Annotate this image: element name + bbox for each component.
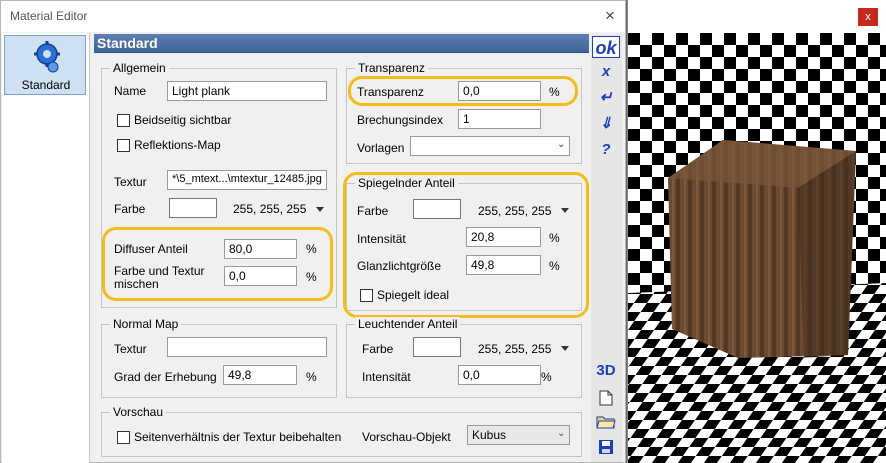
specular-color-label: Farbe <box>357 204 389 218</box>
mirror-ideal-label: Spiegelt ideal <box>377 288 450 302</box>
general-group-title: Allgemein <box>110 61 169 75</box>
mirror-ideal-checkbox[interactable] <box>360 289 373 302</box>
presets-label: Vorlagen <box>357 141 405 155</box>
mix-input[interactable]: 0,0 <box>224 266 297 286</box>
emissive-group <box>346 324 582 398</box>
open-folder-icon[interactable] <box>596 414 616 430</box>
emissive-color-dropdown-icon[interactable] <box>561 346 569 351</box>
window-title: Material Editor <box>10 9 88 23</box>
pick-material-button[interactable]: ⇓ <box>592 113 620 135</box>
title-bar: Material Editor × <box>1 1 625 32</box>
diffuse-input[interactable]: 80,0 <box>224 239 297 259</box>
emissive-intensity-unit: % <box>541 370 552 384</box>
normal-texture-label: Textur <box>114 342 147 356</box>
view-3d-button[interactable]: 3D <box>592 360 620 382</box>
transparency-label: Transparenz <box>357 85 424 99</box>
diffuse-unit: % <box>306 242 317 256</box>
specular-group-title: Spiegelnder Anteil <box>355 176 458 190</box>
presets-select[interactable] <box>410 136 570 156</box>
specular-color-swatch[interactable] <box>413 199 461 219</box>
new-file-icon[interactable] <box>599 390 613 406</box>
preview-title-bar: x <box>628 0 886 33</box>
normal-texture-input[interactable] <box>167 337 327 357</box>
elevation-unit: % <box>306 370 317 384</box>
emissive-intensity-label: Intensität <box>362 370 411 384</box>
reflection-map-checkbox[interactable] <box>117 139 130 152</box>
double-sided-checkbox[interactable] <box>117 114 130 127</box>
sidebar-item-label: Standard <box>21 78 71 92</box>
normal-map-group-title: Normal Map <box>110 317 182 331</box>
emissive-group-title: Leuchtender Anteil <box>355 317 461 331</box>
material-preview-render <box>628 33 886 463</box>
emissive-color-value: 255, 255, 255 <box>478 342 552 356</box>
specular-color-dropdown-icon[interactable] <box>561 208 569 213</box>
color-dropdown-icon[interactable] <box>316 207 324 212</box>
preview-window: x <box>627 0 886 463</box>
mix-label: Farbe und Textur mischen <box>114 264 205 291</box>
cancel-button[interactable]: x <box>592 61 620 83</box>
specular-intensity-unit: % <box>549 231 560 245</box>
specular-intensity-input[interactable]: 20,8 <box>466 227 541 247</box>
gloss-unit: % <box>549 259 560 273</box>
specular-intensity-label: Intensität <box>357 232 406 246</box>
mix-unit: % <box>306 270 317 284</box>
texture-label: Textur <box>114 175 147 189</box>
transparency-group-title: Transparenz <box>355 61 428 75</box>
texture-path-input[interactable]: *\5_mtext...\mtextur_12485.jpg <box>167 170 327 190</box>
color-swatch[interactable] <box>169 198 217 218</box>
preview-object-select[interactable]: Kubus <box>467 425 570 445</box>
elevation-label: Grad der Erhebung <box>114 370 217 384</box>
gear-icon <box>34 41 60 73</box>
name-input[interactable]: Light plank <box>167 81 327 101</box>
keep-aspect-checkbox[interactable] <box>117 431 130 444</box>
double-sided-label: Beidseitig sichtbar <box>134 113 232 127</box>
emissive-color-label: Farbe <box>362 342 394 356</box>
gloss-input[interactable]: 49,8 <box>466 255 541 275</box>
preview-close-button[interactable]: x <box>858 8 878 26</box>
diffuse-label: Diffuser Anteil <box>114 242 188 256</box>
material-editor-window: Material Editor × Standard Standard Allg… <box>0 0 626 463</box>
section-header: Standard <box>94 34 589 53</box>
keep-aspect-label: Seitenverhältnis der Textur beibehalten <box>134 430 342 444</box>
color-value: 255, 255, 255 <box>233 202 307 216</box>
refraction-label: Brechungsindex <box>357 113 444 127</box>
color-label: Farbe <box>114 202 146 216</box>
emissive-color-swatch[interactable] <box>413 337 461 357</box>
gloss-label: Glanzlichtgröße <box>357 259 442 273</box>
transparency-unit: % <box>549 85 560 99</box>
refraction-input[interactable]: 1 <box>458 109 541 129</box>
emissive-intensity-input[interactable]: 0,0 <box>458 365 541 385</box>
name-label: Name <box>114 84 147 98</box>
ok-button[interactable]: ok <box>592 36 620 58</box>
close-button[interactable]: × <box>599 5 621 27</box>
presets-chevron-down-icon: ⌄ <box>557 139 566 150</box>
reflection-map-label: Reflektions-Map <box>134 138 221 152</box>
transparency-input[interactable]: 0,0 <box>458 81 541 101</box>
preview-group-title: Vorschau <box>110 405 167 419</box>
action-toolbar: ok x ↵ ⇓ ? 3D <box>591 34 622 462</box>
sidebar-item-standard[interactable]: Standard <box>4 35 86 95</box>
normal-map-group <box>101 324 337 398</box>
page-title: Standard <box>97 35 158 51</box>
category-sidebar: Standard <box>2 33 90 463</box>
elevation-input[interactable]: 49,8 <box>223 365 297 385</box>
save-icon[interactable] <box>598 439 614 455</box>
apply-button[interactable]: ↵ <box>592 87 620 109</box>
specular-color-value: 255, 255, 255 <box>478 204 552 218</box>
preview-object-chevron-down-icon: ⌄ <box>557 428 566 439</box>
help-button[interactable]: ? <box>592 139 620 161</box>
preview-object-label: Vorschau-Objekt <box>362 430 451 444</box>
